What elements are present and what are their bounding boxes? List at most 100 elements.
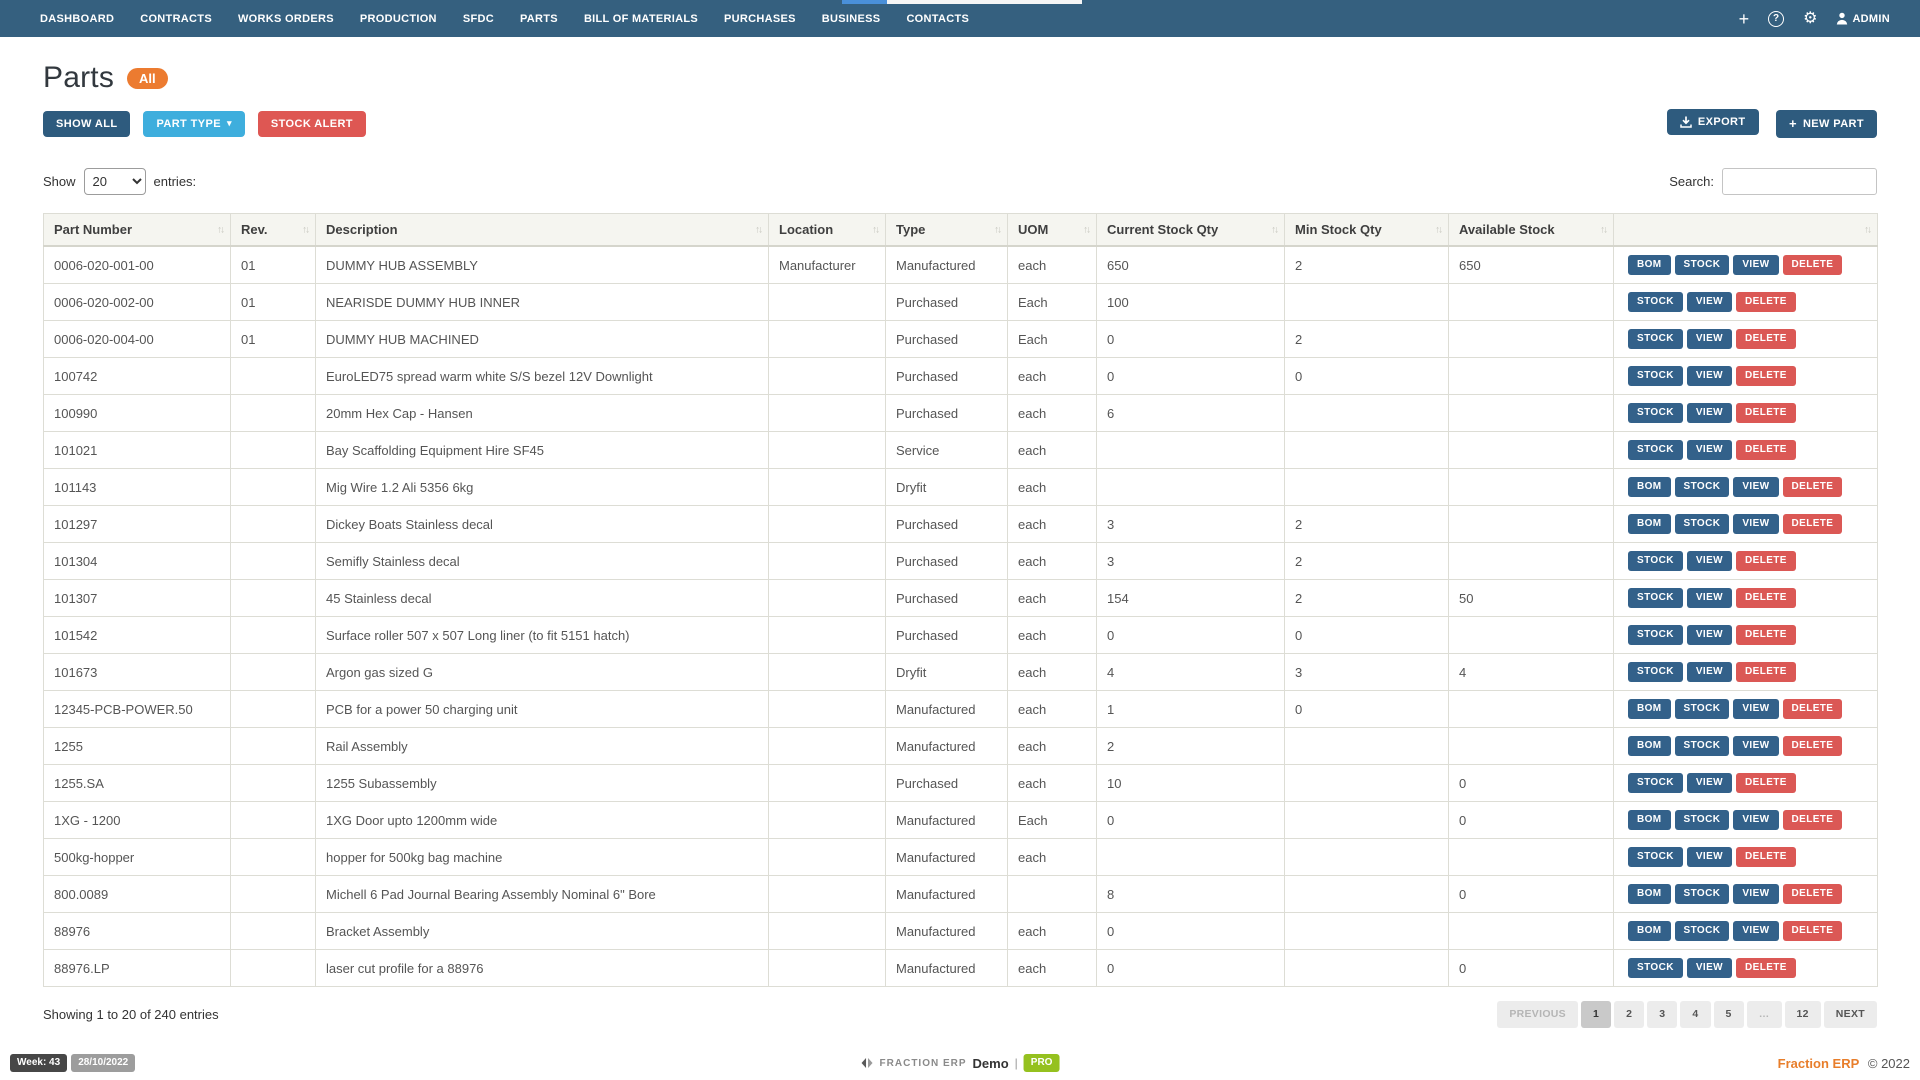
delete-button[interactable]: DELETE <box>1736 588 1796 609</box>
stock-button[interactable]: STOCK <box>1628 958 1683 979</box>
show-all-button[interactable]: SHOW ALL <box>43 110 131 137</box>
column-header-actions[interactable]: ↑↓ <box>1613 213 1878 248</box>
nav-item-parts[interactable]: PARTS <box>507 13 571 25</box>
stock-button[interactable]: STOCK <box>1674 810 1730 831</box>
column-header-uom[interactable]: UOM ↑↓ <box>1007 213 1097 248</box>
bom-button[interactable]: BOM <box>1628 514 1671 535</box>
delete-button[interactable]: DELETE <box>1782 736 1843 757</box>
previous-page-button[interactable]: PREVIOUS <box>1497 1001 1578 1028</box>
delete-button[interactable]: DELETE <box>1782 255 1843 276</box>
bom-button[interactable]: BOM <box>1628 736 1671 757</box>
sort-icon[interactable]: ↑↓ <box>1271 224 1279 235</box>
delete-button[interactable]: DELETE <box>1782 477 1843 498</box>
part-type-dropdown-button[interactable]: PART TYPE ▾ <box>143 110 245 137</box>
view-button[interactable]: VIEW <box>1733 477 1779 498</box>
view-button[interactable]: VIEW <box>1733 736 1779 757</box>
add-icon[interactable]: + <box>1739 10 1750 28</box>
view-button[interactable]: VIEW <box>1686 847 1732 868</box>
column-header-location[interactable]: Location ↑↓ <box>768 213 886 248</box>
delete-button[interactable]: DELETE <box>1736 662 1796 683</box>
sort-icon[interactable]: ↑↓ <box>302 224 310 235</box>
user-menu[interactable]: ADMIN <box>1836 12 1890 25</box>
sort-icon[interactable]: ↑↓ <box>755 224 763 235</box>
delete-button[interactable]: DELETE <box>1736 773 1796 794</box>
bom-button[interactable]: BOM <box>1628 477 1671 498</box>
bom-button[interactable]: BOM <box>1628 699 1671 720</box>
column-header-rev-[interactable]: Rev. ↑↓ <box>230 213 316 248</box>
view-button[interactable]: VIEW <box>1733 514 1779 535</box>
stock-button[interactable]: STOCK <box>1628 662 1683 683</box>
nav-item-bill-of-materials[interactable]: BILL OF MATERIALS <box>571 13 711 25</box>
delete-button[interactable]: DELETE <box>1736 403 1796 424</box>
delete-button[interactable]: DELETE <box>1736 292 1796 313</box>
delete-button[interactable]: DELETE <box>1782 884 1843 905</box>
stock-button[interactable]: STOCK <box>1628 625 1683 646</box>
sort-icon[interactable]: ↑↓ <box>217 224 225 235</box>
stock-alert-button[interactable]: STOCK ALERT <box>257 110 366 137</box>
stock-button[interactable]: STOCK <box>1674 884 1730 905</box>
view-button[interactable]: VIEW <box>1686 366 1732 387</box>
view-button[interactable]: VIEW <box>1733 921 1779 942</box>
stock-button[interactable]: STOCK <box>1674 736 1730 757</box>
view-button[interactable]: VIEW <box>1686 551 1732 572</box>
view-button[interactable]: VIEW <box>1733 699 1779 720</box>
stock-button[interactable]: STOCK <box>1628 551 1683 572</box>
view-button[interactable]: VIEW <box>1686 958 1732 979</box>
delete-button[interactable]: DELETE <box>1782 514 1843 535</box>
delete-button[interactable]: DELETE <box>1736 847 1796 868</box>
view-button[interactable]: VIEW <box>1686 292 1732 313</box>
view-button[interactable]: VIEW <box>1686 329 1732 350</box>
column-header-part-number[interactable]: Part Number ↑↓ <box>43 213 231 248</box>
sort-icon[interactable]: ↑↓ <box>1600 224 1608 235</box>
next-page-button[interactable]: NEXT <box>1823 1001 1877 1028</box>
stock-button[interactable]: STOCK <box>1628 847 1683 868</box>
delete-button[interactable]: DELETE <box>1782 921 1843 942</box>
delete-button[interactable]: DELETE <box>1736 366 1796 387</box>
column-header-type[interactable]: Type ↑↓ <box>885 213 1008 248</box>
stock-button[interactable]: STOCK <box>1628 440 1683 461</box>
view-button[interactable]: VIEW <box>1686 588 1732 609</box>
sort-icon[interactable]: ↑↓ <box>872 224 880 235</box>
sort-icon[interactable]: ↑↓ <box>1435 224 1443 235</box>
view-button[interactable]: VIEW <box>1686 403 1732 424</box>
stock-button[interactable]: STOCK <box>1674 477 1730 498</box>
bom-button[interactable]: BOM <box>1628 884 1671 905</box>
nav-item-dashboard[interactable]: DASHBOARD <box>27 13 127 25</box>
page-button-3[interactable]: 3 <box>1647 1001 1678 1028</box>
stock-button[interactable]: STOCK <box>1628 292 1683 313</box>
delete-button[interactable]: DELETE <box>1736 329 1796 350</box>
stock-button[interactable]: STOCK <box>1674 699 1730 720</box>
view-button[interactable]: VIEW <box>1686 662 1732 683</box>
column-header-current-stock-qty[interactable]: Current Stock Qty ↑↓ <box>1096 213 1285 248</box>
delete-button[interactable]: DELETE <box>1782 810 1843 831</box>
delete-button[interactable]: DELETE <box>1736 440 1796 461</box>
page-button-12[interactable]: 12 <box>1784 1001 1821 1028</box>
sort-icon[interactable]: ↑↓ <box>994 224 1002 235</box>
bom-button[interactable]: BOM <box>1628 255 1671 276</box>
nav-item-sfdc[interactable]: SFDC <box>450 13 507 25</box>
view-button[interactable]: VIEW <box>1686 773 1732 794</box>
view-button[interactable]: VIEW <box>1733 810 1779 831</box>
nav-item-business[interactable]: BUSINESS <box>809 13 894 25</box>
view-button[interactable]: VIEW <box>1733 255 1779 276</box>
page-button-4[interactable]: 4 <box>1680 1001 1711 1028</box>
gear-icon[interactable]: ⚙ <box>1803 10 1817 27</box>
help-icon[interactable]: ? <box>1768 10 1785 27</box>
nav-item-purchases[interactable]: PURCHASES <box>711 13 809 25</box>
delete-button[interactable]: DELETE <box>1736 551 1796 572</box>
nav-item-production[interactable]: PRODUCTION <box>347 13 450 25</box>
stock-button[interactable]: STOCK <box>1674 921 1730 942</box>
search-input[interactable] <box>1722 168 1877 196</box>
nav-item-contacts[interactable]: CONTACTS <box>893 13 982 25</box>
sort-icon[interactable]: ↑↓ <box>1864 224 1872 235</box>
stock-button[interactable]: STOCK <box>1628 366 1683 387</box>
nav-item-contracts[interactable]: CONTRACTS <box>127 13 225 25</box>
bom-button[interactable]: BOM <box>1628 921 1671 942</box>
delete-button[interactable]: DELETE <box>1782 699 1843 720</box>
stock-button[interactable]: STOCK <box>1674 514 1730 535</box>
column-header-min-stock-qty[interactable]: Min Stock Qty ↑↓ <box>1284 213 1449 248</box>
stock-button[interactable]: STOCK <box>1628 329 1683 350</box>
export-button[interactable]: EXPORT <box>1666 109 1759 136</box>
bom-button[interactable]: BOM <box>1628 810 1671 831</box>
sort-icon[interactable]: ↑↓ <box>1083 224 1091 235</box>
